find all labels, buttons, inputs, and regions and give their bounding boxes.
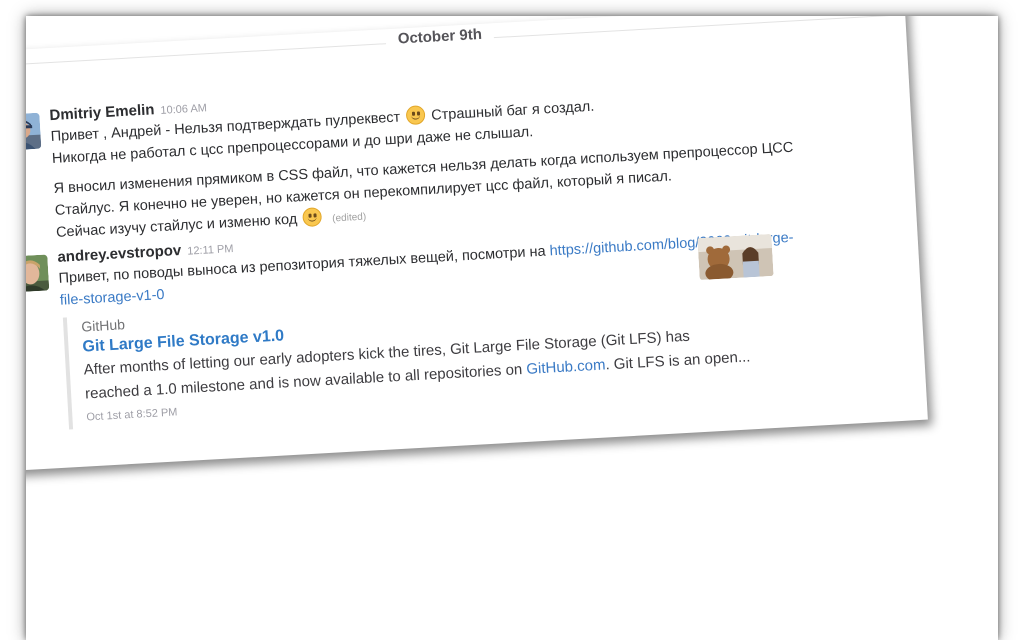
attachment-text-part: . Git LFS is an open... (605, 348, 751, 374)
teddy-bear-photo-thumbnail[interactable] (697, 233, 774, 281)
message-panel: October 9th Dmitriy Emelin 10:06 AM Приве… (26, 16, 928, 476)
slightly-smiling-face-icon (405, 105, 426, 126)
user-photo-avatar[interactable] (26, 254, 50, 293)
message-timestamp[interactable]: 10:06 AM (160, 102, 207, 117)
slightly-smiling-face-icon (302, 207, 323, 228)
day-divider-label: October 9th (385, 25, 495, 49)
user-photo-avatar[interactable] (26, 112, 42, 151)
screenshot-frame: October 9th Dmitriy Emelin 10:06 AM Приве… (26, 16, 998, 640)
message-timestamp[interactable]: 12:11 PM (187, 243, 234, 258)
attachment-inline-link[interactable]: GitHub.com (526, 356, 606, 377)
edited-label: (edited) (331, 211, 367, 225)
message-link[interactable]: file-storage-v1-0 (59, 287, 164, 309)
